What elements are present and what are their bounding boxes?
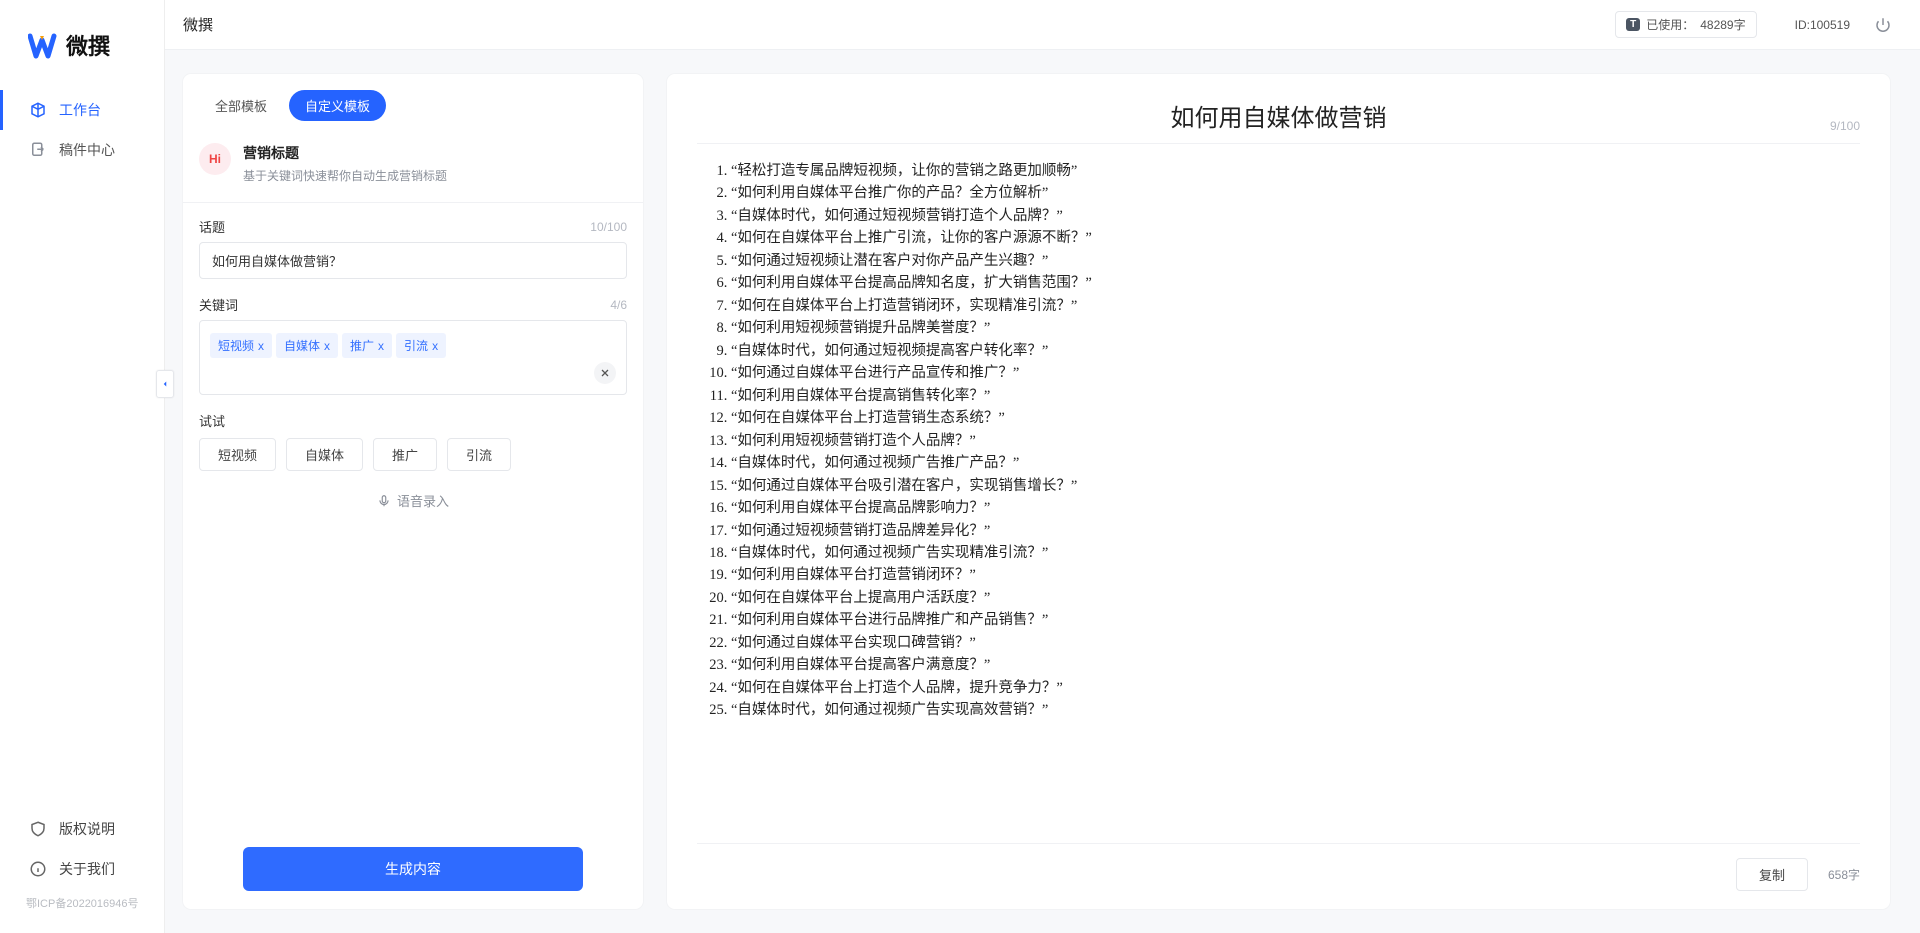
usage-chip[interactable]: T 已使用： 48289字 [1615,11,1757,38]
result-line: “如何利用短视频营销打造个人品牌？” [731,430,1860,452]
result-line: “如何利用自媒体平台提高销售转化率？” [731,385,1860,407]
suggest-chip[interactable]: 推广 [373,438,437,471]
result-line: “如何通过自媒体平台吸引潜在客户，实现销售增长？” [731,475,1860,497]
close-icon [599,367,611,379]
result-line: “如何通过短视频让潜在客户对你产品产生兴趣？” [731,250,1860,272]
usage-label: 已使用： [1646,16,1694,33]
template-desc: 基于关键词快速帮你自动生成营销标题 [243,167,447,184]
result-line: “自媒体时代，如何通过视频广告实现高效营销？” [731,699,1860,721]
result-line: “如何在自媒体平台上打造营销生态系统？” [731,407,1860,429]
result-line: “如何在自媒体平台上打造营销闭环，实现精准引流？” [731,295,1860,317]
remove-tag-icon[interactable]: x [378,339,384,353]
result-line: “自媒体时代，如何通过视频广告实现精准引流？” [731,542,1860,564]
keyword-tag[interactable]: 引流 x [396,333,446,358]
suggest-chip[interactable]: 引流 [447,438,511,471]
sidebar-bottom: 版权说明 关于我们 鄂ICP备2022016946号 [0,809,164,933]
result-line: “如何利用自媒体平台提高客户满意度？” [731,654,1860,676]
template-title: 营销标题 [243,143,447,163]
tab-all-templates[interactable]: 全部模板 [199,90,283,121]
result-panel: 如何用自媒体做营销 9/100 “轻松打造专属品牌短视频，让你的营销之路更加顺畅… [667,74,1890,909]
keyword-tag[interactable]: 自媒体 x [276,333,338,358]
result-line: “如何利用自媒体平台提高品牌知名度，扩大销售范围？” [731,272,1860,294]
result-line: “如何在自媒体平台上提高用户活跃度？” [731,587,1860,609]
result-title-counter: 9/100 [1800,119,1860,133]
cube-icon [29,101,47,119]
keyword-tag[interactable]: 短视频 x [210,333,272,358]
text-badge-icon: T [1626,18,1640,31]
primary-nav: 工作台 稿件中心 [0,86,164,174]
nav-workspace-label: 工作台 [59,100,101,120]
result-line: “如何通过短视频营销打造品牌差异化？” [731,520,1860,542]
result-line: “轻松打造专属品牌短视频，让你的营销之路更加顺畅” [731,160,1860,182]
nav-drafts-label: 稿件中心 [59,140,115,160]
sidebar: 微撰 工作台 稿件中心 版权说明 关于我们 鄂ICP备2022016946号 [0,0,165,933]
chevron-left-icon [160,379,170,389]
template-tabs: 全部模板 自定义模板 [183,90,643,137]
document-out-icon [29,141,47,159]
nav-drafts[interactable]: 稿件中心 [0,130,164,170]
result-line: “自媒体时代，如何通过短视频提高客户转化率？” [731,340,1860,362]
svg-text:微撰: 微撰 [65,34,110,59]
keyword-tag[interactable]: 推广 x [342,333,392,358]
nav-copyright[interactable]: 版权说明 [0,809,164,849]
generate-button[interactable]: 生成内容 [243,847,583,891]
suggest-row: 短视频自媒体推广引流 [199,438,627,471]
result-line: “如何利用短视频营销提升品牌美誉度？” [731,317,1860,339]
tab-custom-templates[interactable]: 自定义模板 [289,90,386,121]
result-line: “如何利用自媒体平台提高品牌影响力？” [731,497,1860,519]
topic-counter: 10/100 [590,220,627,234]
template-badge-icon: Hi [199,143,231,175]
icp-text: 鄂ICP备2022016946号 [0,889,164,925]
result-title: 如何用自媒体做营销 [757,98,1800,133]
topic-label: 话题 [199,217,225,236]
sidebar-collapse-handle[interactable] [156,370,174,398]
result-line: “如何利用自媒体平台打造营销闭环？” [731,564,1860,586]
nav-workspace[interactable]: 工作台 [0,90,164,130]
mic-icon [377,494,391,508]
suggest-chip[interactable]: 自媒体 [286,438,363,471]
divider [183,202,643,203]
voice-label: 语音录入 [397,491,449,510]
info-icon [29,860,47,878]
result-line: “如何利用自媒体平台进行品牌推广和产品销售？” [731,609,1860,631]
copy-button[interactable]: 复制 [1736,858,1808,891]
result-body: “轻松打造专属品牌短视频，让你的营销之路更加顺畅”“如何利用自媒体平台推广你的产… [697,160,1860,843]
shield-icon [29,820,47,838]
remove-tag-icon[interactable]: x [324,339,330,353]
result-line: “如何通过自媒体平台进行产品宣传和推广？” [731,362,1860,384]
account-id: ID:100519 [1795,18,1850,32]
topic-input[interactable] [199,242,627,279]
remove-tag-icon[interactable]: x [432,339,438,353]
suggest-chip[interactable]: 短视频 [199,438,276,471]
nav-about-label: 关于我们 [59,859,115,879]
result-word-count: 658字 [1828,866,1860,883]
result-line: “如何在自媒体平台上推广引流，让你的客户源源不断？” [731,227,1860,249]
brand-logo: 微撰 [0,0,164,86]
suggest-label: 试试 [199,411,627,430]
form-panel: 全部模板 自定义模板 Hi 营销标题 基于关键词快速帮你自动生成营销标题 话题 … [183,74,643,909]
result-line: “自媒体时代，如何通过短视频营销打造个人品牌？” [731,205,1860,227]
nav-about[interactable]: 关于我们 [0,849,164,889]
voice-input-button[interactable]: 语音录入 [183,471,643,510]
topbar-title: 微撰 [183,14,213,35]
power-icon[interactable] [1874,16,1892,34]
result-line: “如何通过自媒体平台实现口碑营销？” [731,632,1860,654]
keywords-counter: 4/6 [610,298,627,312]
remove-tag-icon[interactable]: x [258,339,264,353]
keywords-box[interactable]: 短视频 x自媒体 x推广 x引流 x [199,320,627,395]
clear-tags-button[interactable] [594,362,616,384]
keywords-label: 关键词 [199,295,238,314]
result-line: “自媒体时代，如何通过视频广告推广产品？” [731,452,1860,474]
result-line: “如何在自媒体平台上打造个人品牌，提升竞争力？” [731,677,1860,699]
usage-value: 48289字 [1700,16,1745,33]
template-header: Hi 营销标题 基于关键词快速帮你自动生成营销标题 [183,137,643,202]
divider [697,143,1860,144]
result-line: “如何利用自媒体平台推广你的产品？全方位解析” [731,182,1860,204]
topbar: 微撰 T 已使用： 48289字 ID:100519 [165,0,1920,50]
nav-copyright-label: 版权说明 [59,819,115,839]
